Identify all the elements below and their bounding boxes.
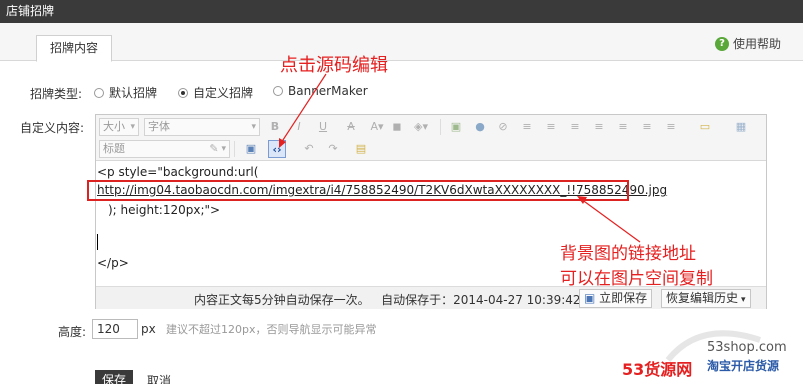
- save-button[interactable]: 保存: [95, 370, 133, 384]
- radio-bannermaker-dot: [273, 86, 283, 96]
- annotation-bg-url: 背景图的链接地址: [560, 244, 696, 264]
- height-hint: 建议不超过120px，否则导航显示可能异常: [166, 323, 377, 336]
- save-disk-icon: ▣: [584, 291, 596, 305]
- url-highlight-box: [87, 180, 629, 201]
- undo-icon[interactable]: ↶: [300, 140, 318, 158]
- preview-icon[interactable]: ▣: [242, 140, 260, 158]
- radio-bannermaker-label: BannerMaker: [288, 84, 368, 98]
- watermark-slogan: 淘宝开店货源: [707, 359, 780, 373]
- unlink-icon[interactable]: ⊘: [494, 118, 512, 136]
- clear-format-icon[interactable]: ✎: [205, 140, 223, 158]
- radio-default-dot: [94, 87, 104, 98]
- editor-status-bar: 内容正文每5分钟自动保存一次。 自动保存于：2014-04-27 10:39:4…: [96, 286, 766, 309]
- height-unit: px: [141, 322, 156, 336]
- underline-button[interactable]: U: [314, 118, 332, 136]
- unordered-list-icon[interactable]: ≡: [542, 118, 560, 136]
- font-family-select[interactable]: 字体: [144, 118, 260, 136]
- help-icon: ?: [714, 36, 729, 51]
- custom-content-label: 自定义内容:: [20, 121, 85, 135]
- radio-custom-sign[interactable]: 自定义招牌: [178, 84, 253, 101]
- italic-button[interactable]: I: [290, 118, 308, 136]
- font-size-select[interactable]: 大小: [99, 118, 139, 136]
- help-link[interactable]: ? 使用帮助: [714, 35, 781, 52]
- font-color-button[interactable]: A▾: [368, 118, 386, 136]
- radio-custom-dot: [178, 87, 188, 98]
- insert-table-icon[interactable]: ▦: [732, 118, 750, 136]
- align-right-icon[interactable]: ≡: [662, 118, 680, 136]
- height-label: 高度:: [58, 325, 87, 339]
- back-color-icon[interactable]: ◼: [388, 118, 406, 136]
- radio-bannermaker[interactable]: BannerMaker: [273, 84, 368, 98]
- annotation-copy-from-space: 可以在图片空间复制: [560, 269, 713, 289]
- text-caret: [97, 234, 98, 250]
- outdent-icon[interactable]: ≡: [566, 118, 584, 136]
- watermark-logo: 53货源网: [622, 360, 693, 379]
- redo-icon[interactable]: ↷: [324, 140, 342, 158]
- code-line-1: <p style="background:url(: [97, 165, 259, 179]
- window-title: 店铺招牌: [0, 0, 803, 23]
- cancel-link[interactable]: 取消: [147, 372, 171, 384]
- code-line-3: ); height:120px;">: [108, 203, 221, 217]
- tab-bar: 招牌内容 ? 使用帮助: [0, 23, 803, 62]
- radio-default-label: 默认招牌: [109, 86, 158, 100]
- source-code-icon[interactable]: ‹›: [268, 140, 286, 158]
- code-line-4: </p>: [97, 256, 129, 270]
- toolbar-divider: [440, 119, 441, 135]
- height-input[interactable]: 120: [92, 319, 138, 339]
- help-label: 使用帮助: [732, 37, 781, 51]
- editor-toolbar: 大小 字体 B I U A A▾ ◼ ◈▾ ▣ ● ⊘ ≡ ≡ ≡ ≡ ≡ ≡ …: [96, 115, 766, 161]
- watermark-domain: 53shop.com: [707, 340, 787, 355]
- radio-custom-label: 自定义招牌: [193, 86, 254, 100]
- insert-link-icon[interactable]: ●: [471, 118, 489, 136]
- ordered-list-icon[interactable]: ≡: [518, 118, 536, 136]
- tab-sign-content[interactable]: 招牌内容: [36, 35, 112, 62]
- save-now-button[interactable]: ▣ 立即保存: [579, 289, 653, 308]
- annotation-click-source: 点击源码编辑: [280, 55, 388, 76]
- restore-history-button[interactable]: 恢复编辑历史 ▾: [661, 289, 751, 308]
- indent-icon[interactable]: ≡: [590, 118, 608, 136]
- radio-default-sign[interactable]: 默认招牌: [94, 84, 157, 101]
- sign-type-label: 招牌类型:: [30, 87, 83, 101]
- autosave-time: 自动保存于：2014-04-27 10:39:42: [381, 293, 581, 307]
- autosave-note: 内容正文每5分钟自动保存一次。 自动保存于：2014-04-27 10:39:4…: [194, 293, 581, 307]
- toolbar-divider: [234, 141, 235, 157]
- align-left-icon[interactable]: ≡: [614, 118, 632, 136]
- strikethrough-button[interactable]: A: [342, 118, 360, 136]
- align-center-icon[interactable]: ≡: [638, 118, 656, 136]
- format-painter-icon[interactable]: ◈▾: [412, 118, 430, 136]
- insert-image-icon[interactable]: ▣: [447, 118, 465, 136]
- insert-flash-icon[interactable]: ▭: [696, 118, 714, 136]
- bold-button[interactable]: B: [266, 118, 284, 136]
- insert-template-icon[interactable]: ▤: [352, 140, 370, 158]
